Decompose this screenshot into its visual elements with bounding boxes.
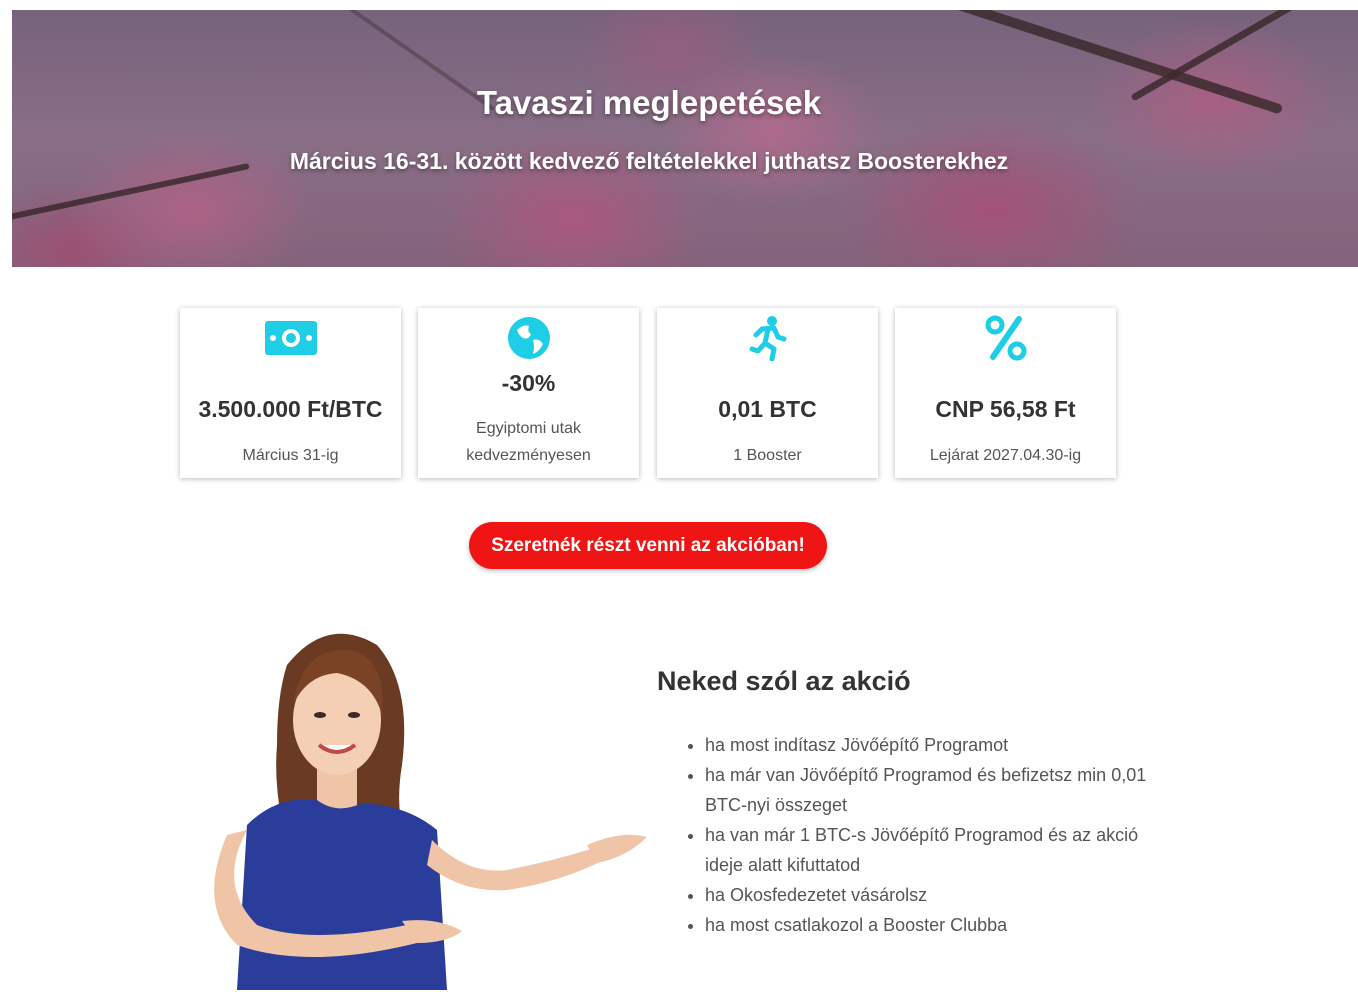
list-item: ha most indítasz Jövőépítő Programot: [705, 730, 1155, 760]
list-item: ha van már 1 BTC-s Jövőépítő Programod é…: [705, 820, 1155, 880]
list-item: ha Okosfedezetet vásárolsz: [705, 880, 1155, 910]
card-value: CNP 56,58 Ft: [935, 396, 1076, 422]
list-item: ha most csatlakozol a Booster Clubba: [705, 910, 1155, 940]
card-description: Március 31-ig: [242, 447, 339, 464]
card-description: Lejárat 2027.04.30-ig: [929, 447, 1082, 464]
hero-title: Tavaszi meglepetések: [476, 84, 822, 121]
page: Tavaszi meglepetések Március 16-31. közö…: [12, 10, 1358, 990]
hero-banner: Tavaszi meglepetések Március 16-31. közö…: [12, 10, 1358, 267]
benefit-card-booster: 0,01 BTC 1 Booster: [657, 308, 878, 478]
card-value: 0,01 BTC: [718, 396, 817, 422]
benefit-card-travel: -30% Egyiptomi utak kedvezményesen: [418, 308, 639, 478]
offer-conditions-list: ha most indítasz Jövőépítő Programot ha …: [682, 730, 1155, 940]
offer-title: Neked szól az akció: [657, 666, 911, 696]
running-person-icon: [657, 314, 878, 362]
join-campaign-button[interactable]: Szeretnék részt venni az akcióban!: [469, 522, 827, 569]
presenter-image: [177, 625, 647, 990]
card-description: 1 Booster: [733, 447, 802, 464]
globe-icon: [418, 314, 639, 362]
hero-subtitle: Március 16-31. között kedvező feltételek…: [289, 148, 1009, 174]
list-item: ha már van Jövőépítő Programod és befize…: [705, 760, 1155, 820]
benefit-card-rate: 3.500.000 Ft/BTC Március 31-ig: [180, 308, 401, 478]
card-value: 3.500.000 Ft/BTC: [198, 396, 383, 422]
card-value: -30%: [501, 370, 556, 396]
card-description: Egyiptomi utak kedvezményesen: [466, 420, 591, 464]
benefit-card-cnp: CNP 56,58 Ft Lejárat 2027.04.30-ig: [895, 308, 1116, 478]
percent-icon: [895, 314, 1116, 362]
money-icon: [180, 314, 401, 362]
